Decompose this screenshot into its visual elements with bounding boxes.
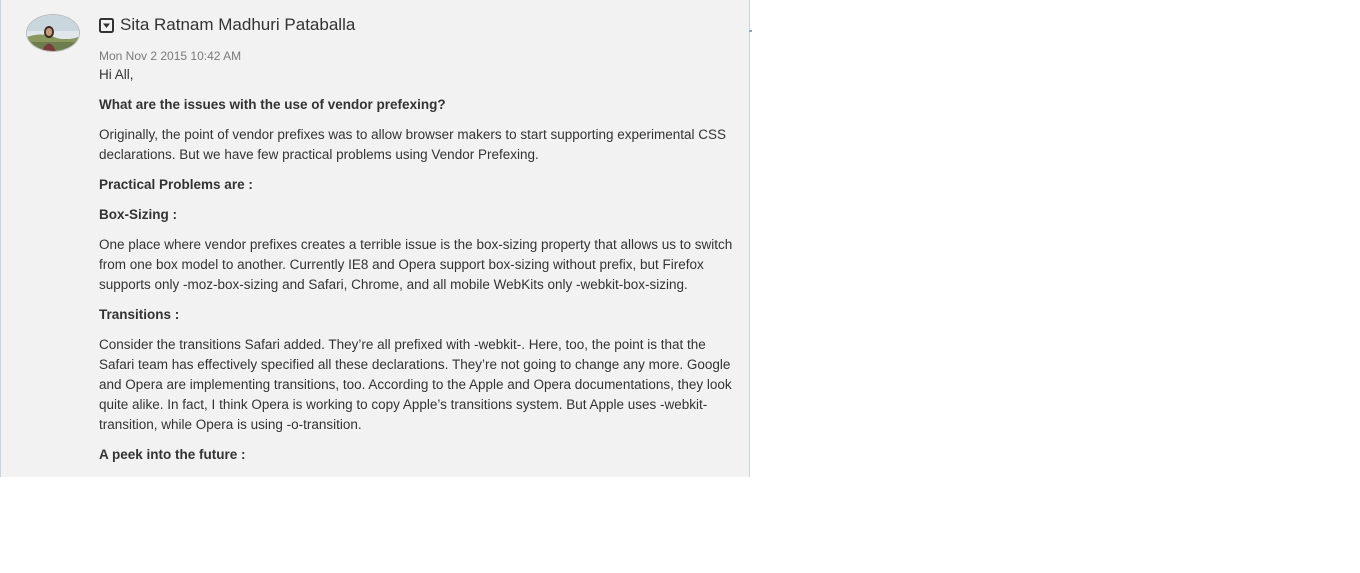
scrollbar[interactable] xyxy=(749,30,752,32)
post-body: Hi All, What are the issues with the use … xyxy=(99,65,739,475)
post-paragraph: Hi All, xyxy=(99,67,134,82)
avatar[interactable] xyxy=(26,14,80,52)
post-heading: A peek into the future : xyxy=(99,447,246,462)
post-paragraph: Originally, the point of vendor prefixes… xyxy=(99,127,727,162)
post-timestamp: Mon Nov 2 2015 10:42 AM xyxy=(99,49,242,63)
dropdown-menu-icon[interactable] xyxy=(99,17,114,33)
post-paragraph: One place where vendor prefixes creates … xyxy=(99,237,733,292)
post-header: Sita Ratnam Madhuri Pataballa xyxy=(99,14,355,36)
post-heading: Box-Sizing : xyxy=(99,207,177,222)
post-heading: Practical Problems are : xyxy=(99,177,253,192)
post-paragraph: Consider the transitions Safari added. T… xyxy=(99,337,732,432)
author-name[interactable]: Sita Ratnam Madhuri Pataballa xyxy=(120,14,355,36)
post-heading: What are the issues with the use of vend… xyxy=(99,97,446,112)
post-heading: Transitions : xyxy=(99,307,180,322)
discussion-post-panel: Sita Ratnam Madhuri Pataballa Mon Nov 2 … xyxy=(0,0,750,477)
